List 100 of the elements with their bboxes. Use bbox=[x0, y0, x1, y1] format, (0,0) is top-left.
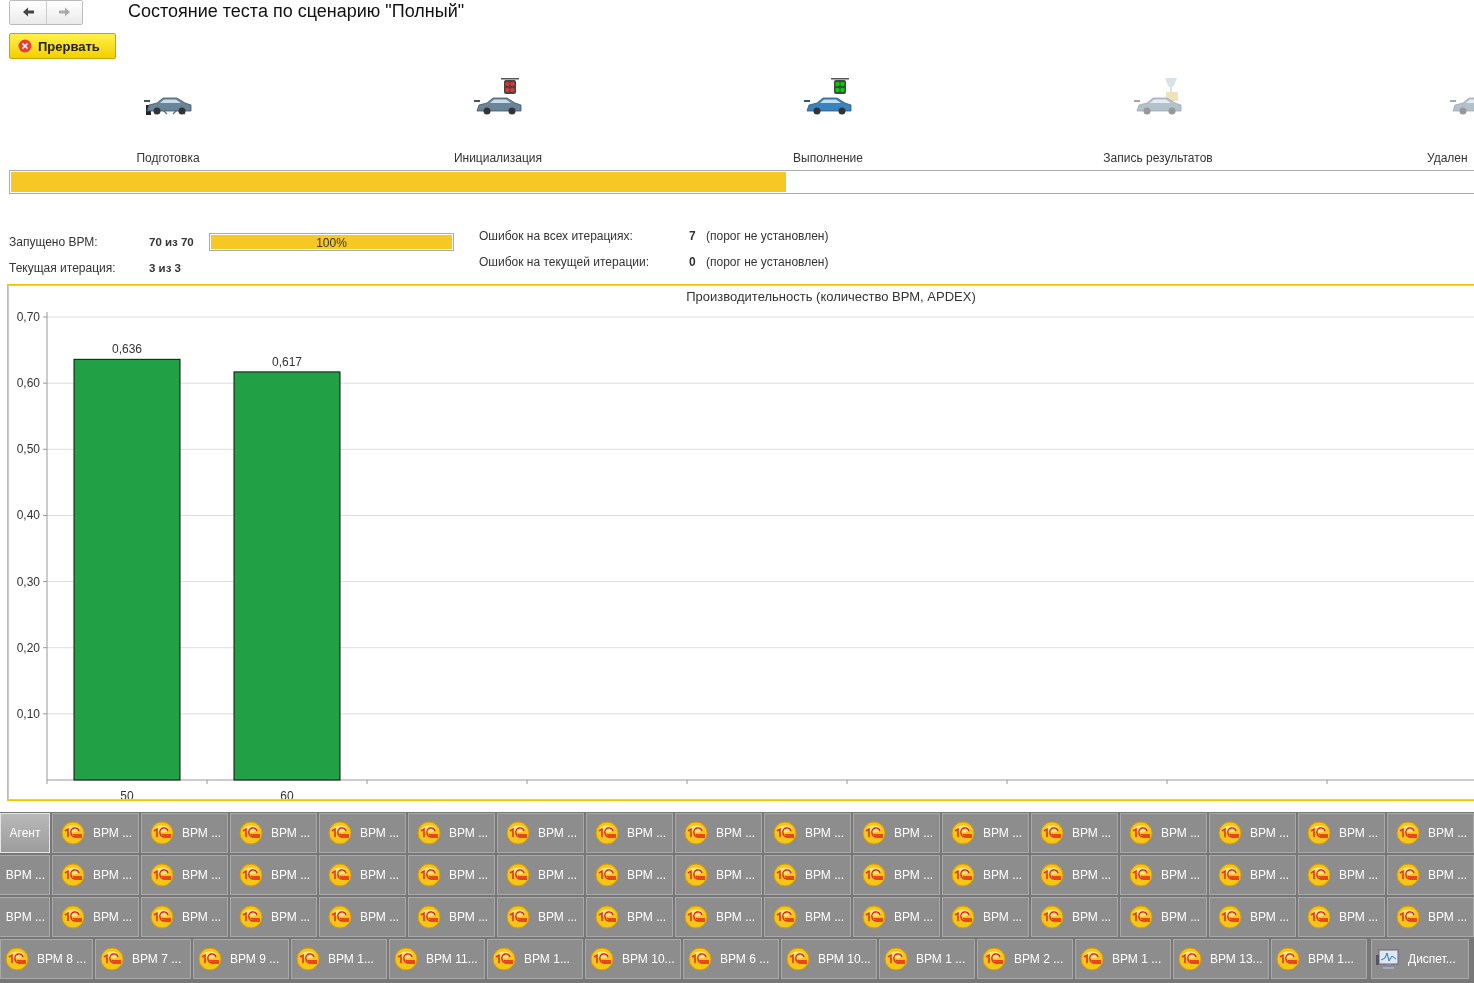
app-logo-icon bbox=[1129, 905, 1153, 929]
taskbar-button[interactable]: ВРМ ... bbox=[764, 897, 851, 937]
taskbar-button[interactable]: ВРМ 9 ... bbox=[193, 939, 289, 979]
taskbar-button[interactable]: ВРМ ... bbox=[319, 897, 406, 937]
taskbar-button[interactable]: ВРМ ... bbox=[0, 897, 50, 937]
taskbar-button[interactable]: ВРМ ... bbox=[141, 897, 228, 937]
app-logo-icon bbox=[150, 905, 174, 929]
taskbar-button[interactable]: ВРМ 1... bbox=[1271, 939, 1367, 979]
app-logo-icon bbox=[862, 905, 886, 929]
taskbar-button[interactable]: ВРМ 1 ... bbox=[879, 939, 975, 979]
taskbar-button[interactable]: ВРМ ... bbox=[1387, 897, 1474, 937]
app-logo-icon bbox=[61, 821, 85, 845]
taskbar-button[interactable]: ВРМ ... bbox=[1031, 855, 1118, 895]
taskbar-button[interactable]: ВРМ ... bbox=[942, 855, 1029, 895]
taskbar-button[interactable]: ВРМ ... bbox=[764, 855, 851, 895]
app-logo-icon bbox=[1178, 947, 1202, 971]
agent-taskbar-button[interactable]: Агент bbox=[0, 813, 50, 853]
taskbar-button[interactable]: ВРМ 1... bbox=[291, 939, 387, 979]
taskbar-button[interactable]: ВРМ ... bbox=[1031, 897, 1118, 937]
cancel-icon bbox=[18, 39, 32, 53]
taskbar-button[interactable]: ВРМ 7 ... bbox=[95, 939, 191, 979]
taskbar-button[interactable]: ВРМ ... bbox=[319, 855, 406, 895]
taskbar-button[interactable]: ВРМ ... bbox=[497, 855, 584, 895]
taskbar-button[interactable]: ВРМ ... bbox=[764, 813, 851, 853]
taskbar-button[interactable]: ВРМ ... bbox=[52, 813, 139, 853]
taskbar-button[interactable]: ВРМ ... bbox=[1298, 855, 1385, 895]
taskbar-button[interactable]: ВРМ 10... bbox=[585, 939, 681, 979]
taskbar-button[interactable]: ВРМ ... bbox=[141, 855, 228, 895]
taskbar-button[interactable]: ВРМ ... bbox=[1387, 855, 1474, 895]
taskbar-button[interactable]: ВРМ ... bbox=[1387, 813, 1474, 853]
taskbar-button[interactable]: ВРМ ... bbox=[1298, 897, 1385, 937]
taskbar-button[interactable]: ВРМ ... bbox=[1209, 855, 1296, 895]
taskbar-button[interactable]: ВРМ 13... bbox=[1173, 939, 1269, 979]
taskbar-button[interactable]: ВРМ ... bbox=[942, 897, 1029, 937]
taskbar-button[interactable]: ВРМ ... bbox=[408, 855, 495, 895]
taskbar-button[interactable]: ВРМ ... bbox=[942, 813, 1029, 853]
taskbar-button[interactable]: ВРМ ... bbox=[586, 813, 673, 853]
app-logo-icon bbox=[1307, 905, 1331, 929]
app-logo-icon bbox=[862, 821, 886, 845]
taskbar-button[interactable]: ВРМ ... bbox=[1120, 855, 1207, 895]
taskbar-button[interactable]: ВРМ ... bbox=[408, 897, 495, 937]
app-logo-icon bbox=[1276, 947, 1300, 971]
taskbar-button[interactable]: ВРМ ... bbox=[52, 897, 139, 937]
stage-label: Запись результатов bbox=[1103, 151, 1213, 165]
y-tick-label: 0,60 bbox=[16, 376, 40, 391]
taskbar-button[interactable]: ВРМ ... bbox=[853, 855, 940, 895]
taskbar-button[interactable]: ВРМ ... bbox=[675, 897, 762, 937]
taskbar-button[interactable]: ВРМ ... bbox=[586, 897, 673, 937]
taskbar-button[interactable]: ВРМ ... bbox=[1209, 813, 1296, 853]
taskbar-button[interactable]: ВРМ ... bbox=[853, 813, 940, 853]
taskbar-button[interactable]: ВРМ 2 ... bbox=[977, 939, 1073, 979]
back-button[interactable] bbox=[10, 0, 46, 24]
taskbar-button[interactable]: ВРМ 8 ... bbox=[0, 939, 93, 979]
taskbar-button[interactable]: ВРМ 1... bbox=[487, 939, 583, 979]
app-logo-icon bbox=[773, 905, 797, 929]
stop-button[interactable]: Прервать bbox=[9, 33, 116, 59]
app-logo-icon bbox=[1040, 905, 1064, 929]
taskbar-button[interactable]: ВРМ ... bbox=[497, 813, 584, 853]
app-logo-icon bbox=[1040, 821, 1064, 845]
app-logo-icon bbox=[1218, 905, 1242, 929]
taskbar-button[interactable]: ВРМ ... bbox=[1120, 897, 1207, 937]
taskbar-button[interactable]: ВРМ ... bbox=[230, 813, 317, 853]
y-tick-label: 0,50 bbox=[16, 442, 40, 457]
app-logo-icon bbox=[492, 947, 516, 971]
app-logo-icon bbox=[951, 905, 975, 929]
taskbar-button[interactable]: ВРМ ... bbox=[675, 813, 762, 853]
forward-arrow-icon bbox=[57, 6, 72, 18]
app-logo-icon bbox=[1396, 821, 1420, 845]
taskbar-button[interactable]: ВРМ ... bbox=[1298, 813, 1385, 853]
taskbar-button[interactable]: ВРМ 11... bbox=[389, 939, 485, 979]
app-logo-icon bbox=[1307, 821, 1331, 845]
app-logo-icon bbox=[506, 905, 530, 929]
taskbar-button[interactable]: ВРМ ... bbox=[1031, 813, 1118, 853]
taskbar-button[interactable]: ВРМ ... bbox=[52, 855, 139, 895]
taskbar-button[interactable]: ВРМ ... bbox=[497, 897, 584, 937]
app-logo-icon bbox=[1307, 863, 1331, 887]
app-logo-icon bbox=[773, 821, 797, 845]
taskbar-button[interactable]: ВРМ ... bbox=[1120, 813, 1207, 853]
taskbar-button[interactable]: ВРМ 1 ... bbox=[1075, 939, 1171, 979]
stat-label: Запущено ВРМ: bbox=[9, 235, 99, 249]
taskbar-button[interactable]: ВРМ ... bbox=[319, 813, 406, 853]
taskbar-button[interactable]: ВРМ ... bbox=[0, 855, 50, 895]
taskbar-button[interactable]: ВРМ ... bbox=[408, 813, 495, 853]
taskbar-button[interactable]: ВРМ ... bbox=[141, 813, 228, 853]
taskbar-button[interactable]: ВРМ ... bbox=[1209, 897, 1296, 937]
taskbar-button[interactable]: ВРМ ... bbox=[853, 897, 940, 937]
app-logo-icon bbox=[590, 947, 614, 971]
app-logo-icon bbox=[1396, 863, 1420, 887]
taskbar-button[interactable]: Диспет... bbox=[1371, 939, 1469, 979]
taskbar-button[interactable]: ВРМ ... bbox=[586, 855, 673, 895]
taskbar-button[interactable]: ВРМ ... bbox=[230, 897, 317, 937]
taskbar-button[interactable]: ВРМ 10... bbox=[781, 939, 877, 979]
app-logo-icon bbox=[417, 863, 441, 887]
app-logo-icon bbox=[61, 905, 85, 929]
taskbar-button[interactable]: ВРМ ... bbox=[675, 855, 762, 895]
taskbar-button[interactable]: ВРМ ... bbox=[230, 855, 317, 895]
taskbar-button[interactable]: ВРМ 6 ... bbox=[683, 939, 779, 979]
app-logo-icon bbox=[684, 821, 708, 845]
monitor-icon bbox=[1376, 947, 1400, 971]
app-logo-icon bbox=[1080, 947, 1104, 971]
